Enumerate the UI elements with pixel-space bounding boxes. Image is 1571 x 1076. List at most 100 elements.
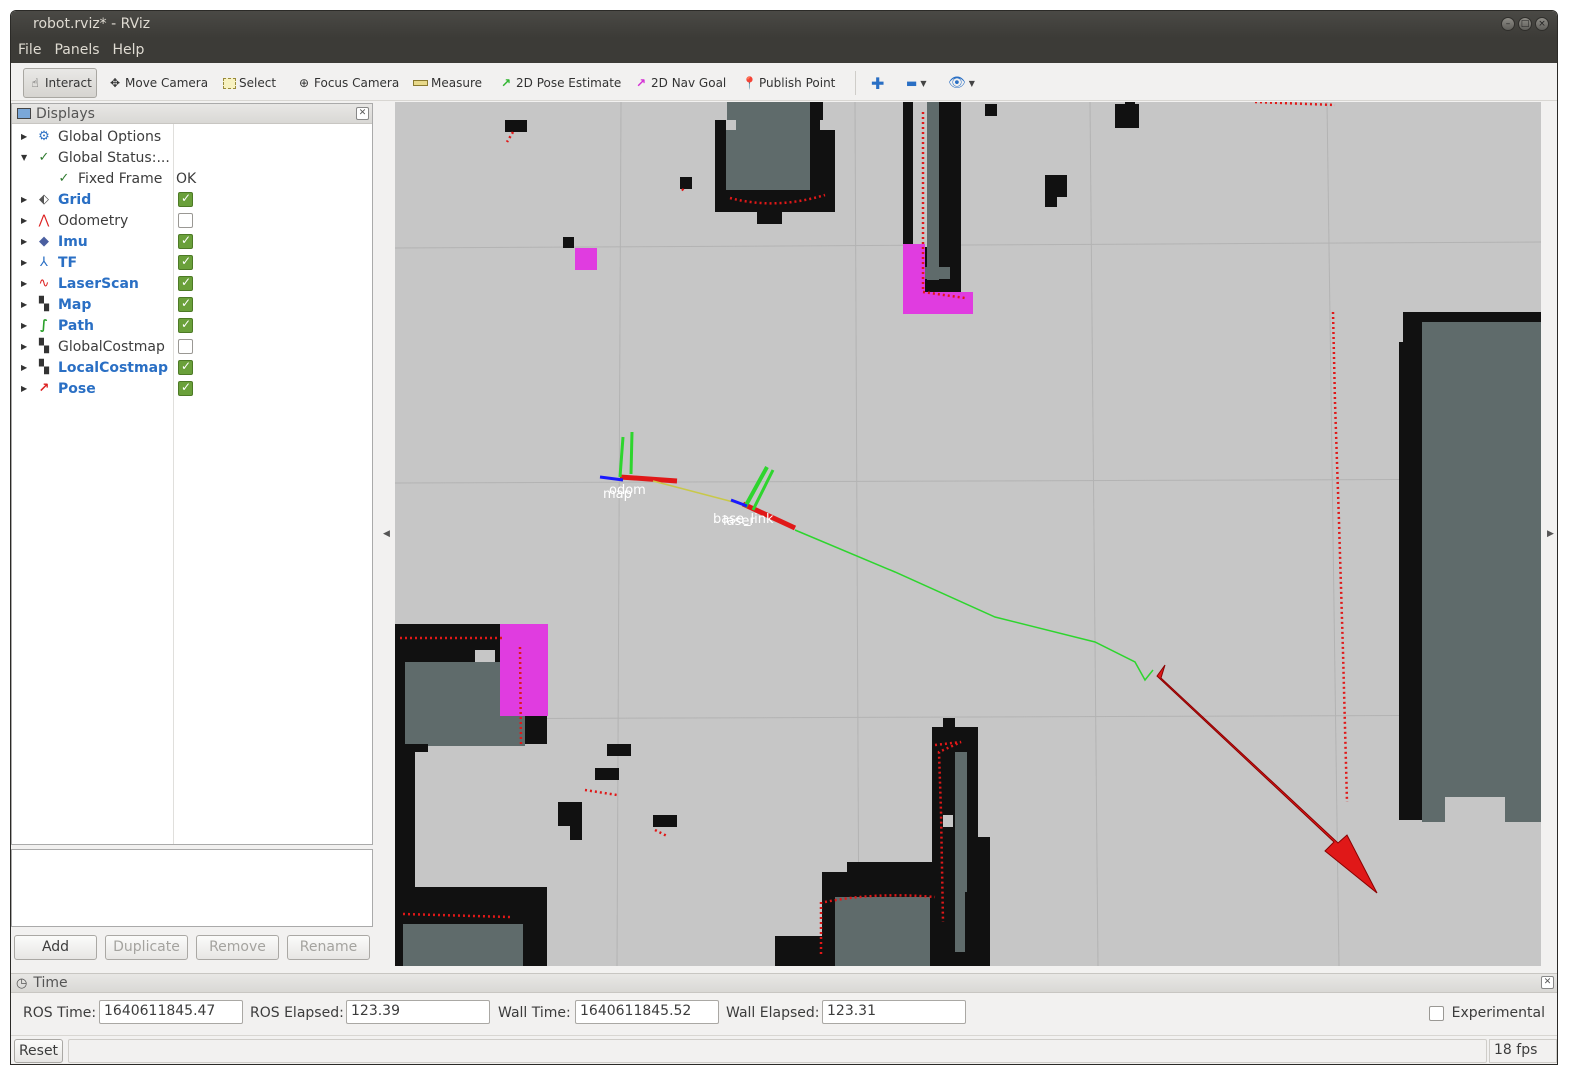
- display-item-globalcostmap[interactable]: ▶ ▚ GlobalCostmap: [12, 336, 372, 357]
- display-item-map[interactable]: ▶ ▚ Map: [12, 294, 372, 315]
- time-panel: ◷ Time ✕ ROS Time: 1640611845.47 ROS Ela…: [11, 973, 1557, 1035]
- collapse-arrow-icon[interactable]: ▼: [21, 153, 27, 162]
- expand-arrow-icon[interactable]: ▶: [21, 237, 27, 246]
- map-grid-icon: ▚: [39, 360, 49, 375]
- rename-button[interactable]: Rename: [287, 935, 370, 960]
- expand-arrow-icon[interactable]: ▶: [21, 384, 27, 393]
- add-tool-button[interactable]: ✚: [871, 71, 884, 95]
- fixed-frame-status: OK: [176, 170, 197, 187]
- 3d-render-view[interactable]: map odom base_link laser: [395, 102, 1541, 966]
- display-item-tf[interactable]: ▶ ⅄ TF: [12, 252, 372, 273]
- expand-arrow-icon[interactable]: ▶: [21, 195, 27, 204]
- remove-tool-button[interactable]: ▬ ▼: [906, 71, 927, 95]
- maximize-button[interactable]: □: [1518, 17, 1532, 31]
- status-message-field: [68, 1039, 1487, 1063]
- display-item-grid[interactable]: ▶ ⬖ Grid: [12, 189, 372, 210]
- add-button[interactable]: Add: [14, 935, 97, 960]
- gear-icon: ⚙: [38, 129, 50, 144]
- obstacle: [595, 768, 619, 780]
- eye-icon: 👁: [948, 75, 966, 91]
- monitor-icon: [17, 108, 31, 119]
- display-item-pose[interactable]: ▶ ↗ Pose: [12, 378, 372, 399]
- status-bar: Reset 18 fps: [11, 1035, 1557, 1064]
- tf-label-laser: laser: [723, 514, 755, 529]
- toolbar-separator: [855, 71, 856, 95]
- odometry-enabled-checkbox[interactable]: [178, 213, 193, 228]
- check-icon: ✓: [38, 150, 50, 165]
- move-camera-tool-button[interactable]: ✥ Move Camera: [108, 71, 208, 95]
- minus-icon: ▬: [906, 76, 918, 90]
- reset-button[interactable]: Reset: [14, 1039, 63, 1063]
- obstacle: [653, 815, 677, 827]
- close-button[interactable]: ×: [1535, 17, 1549, 31]
- localcostmap-enabled-checkbox[interactable]: [178, 359, 193, 375]
- display-item-imu[interactable]: ▶ ◆ Imu: [12, 231, 372, 252]
- tool-bar: ☝ Interact ✥ Move Camera Select ⊕ Focus Cam…: [11, 63, 1557, 101]
- collapse-left-arrow-icon[interactable]: ◀: [383, 529, 390, 539]
- pose-enabled-checkbox[interactable]: [178, 380, 193, 396]
- remove-button[interactable]: Remove: [196, 935, 279, 960]
- expand-arrow-icon[interactable]: ▶: [21, 363, 27, 372]
- ros-time-field[interactable]: 1640611845.47: [99, 1000, 243, 1024]
- obstacle-bottom-center: [775, 718, 990, 966]
- menu-file[interactable]: File: [11, 38, 47, 63]
- menu-help[interactable]: Help: [106, 38, 151, 63]
- interact-tool-button[interactable]: ☝ Interact: [23, 68, 97, 98]
- display-item-fixed-frame[interactable]: ✓ Fixed Frame OK: [12, 168, 372, 189]
- pose-estimate-tool-button[interactable]: ↗ 2D Pose Estimate: [499, 71, 621, 95]
- display-item-localcostmap[interactable]: ▶ ▚ LocalCostmap: [12, 357, 372, 378]
- expand-arrow-icon[interactable]: ▶: [21, 216, 27, 225]
- experimental-checkbox[interactable]: [1428, 1005, 1444, 1021]
- minimize-button[interactable]: –: [1501, 17, 1515, 31]
- obstacle-right-wall: [1399, 312, 1541, 842]
- wall-time-field[interactable]: 1640611845.52: [575, 1000, 719, 1024]
- expand-arrow-icon[interactable]: ▶: [21, 300, 27, 309]
- grid-enabled-checkbox[interactable]: [178, 191, 193, 207]
- chevron-down-icon: ▼: [968, 78, 975, 88]
- display-item-global-options[interactable]: ▶ ⚙ Global Options: [12, 126, 372, 147]
- magenta-arrow-icon: ↗: [635, 76, 647, 90]
- tool-properties-button[interactable]: 👁 ▼: [948, 71, 975, 95]
- duplicate-button[interactable]: Duplicate: [105, 935, 188, 960]
- focus-camera-tool-button[interactable]: ⊕ Focus Camera: [297, 71, 399, 95]
- close-icon[interactable]: ✕: [356, 107, 369, 120]
- close-icon[interactable]: ✕: [1541, 976, 1554, 989]
- measure-tool-button[interactable]: Measure: [413, 71, 482, 95]
- experimental-option[interactable]: Experimental: [1428, 1005, 1545, 1021]
- map-enabled-checkbox[interactable]: [178, 296, 193, 312]
- publish-point-tool-button[interactable]: 📍 Publish Point: [742, 71, 835, 95]
- display-item-odometry[interactable]: ▶ ⋀ Odometry: [12, 210, 372, 231]
- globalcostmap-enabled-checkbox[interactable]: [178, 339, 193, 354]
- expand-arrow-icon[interactable]: ▶: [21, 342, 27, 351]
- chevron-down-icon: ▼: [920, 78, 927, 88]
- display-item-global-status[interactable]: ▼ ✓ Global Status:...: [12, 147, 372, 168]
- expand-arrow-icon[interactable]: ▶: [21, 279, 27, 288]
- obstacle: [1045, 175, 1067, 197]
- nav-goal-tool-button[interactable]: ↗ 2D Nav Goal: [634, 71, 726, 95]
- expand-arrow-icon[interactable]: ▶: [21, 258, 27, 267]
- path-icon: ∫: [40, 318, 48, 333]
- expand-arrow-icon[interactable]: ▶: [21, 132, 27, 141]
- green-arrow-icon: ↗: [500, 76, 512, 90]
- ros-elapsed-field[interactable]: 123.39: [346, 1000, 490, 1024]
- costmap-cell: [575, 248, 597, 270]
- tf-enabled-checkbox[interactable]: [178, 254, 193, 270]
- expand-arrow-icon[interactable]: ▶: [21, 321, 27, 330]
- map-canvas: map odom base_link laser: [395, 102, 1541, 966]
- wall-elapsed-field[interactable]: 123.31: [822, 1000, 966, 1024]
- display-item-path[interactable]: ▶ ∫ Path: [12, 315, 372, 336]
- path-enabled-checkbox[interactable]: [178, 317, 193, 333]
- title-bar: robot.rviz* - RViz – □ ×: [11, 11, 1557, 38]
- collapse-right-arrow-icon[interactable]: ▶: [1547, 529, 1554, 539]
- ruler-icon: [413, 80, 428, 86]
- select-tool-button[interactable]: Select: [223, 71, 276, 95]
- display-item-laserscan[interactable]: ▶ ∿ LaserScan: [12, 273, 372, 294]
- description-box: [11, 849, 373, 927]
- window-title: robot.rviz* - RViz: [33, 16, 151, 32]
- menu-bar: File Panels Help: [11, 38, 1557, 63]
- imu-enabled-checkbox[interactable]: [178, 233, 193, 249]
- obstacle: [505, 120, 527, 132]
- laserscan-enabled-checkbox[interactable]: [178, 275, 193, 291]
- menu-panels[interactable]: Panels: [47, 38, 105, 63]
- goal-pose-arrow: [1156, 664, 1378, 894]
